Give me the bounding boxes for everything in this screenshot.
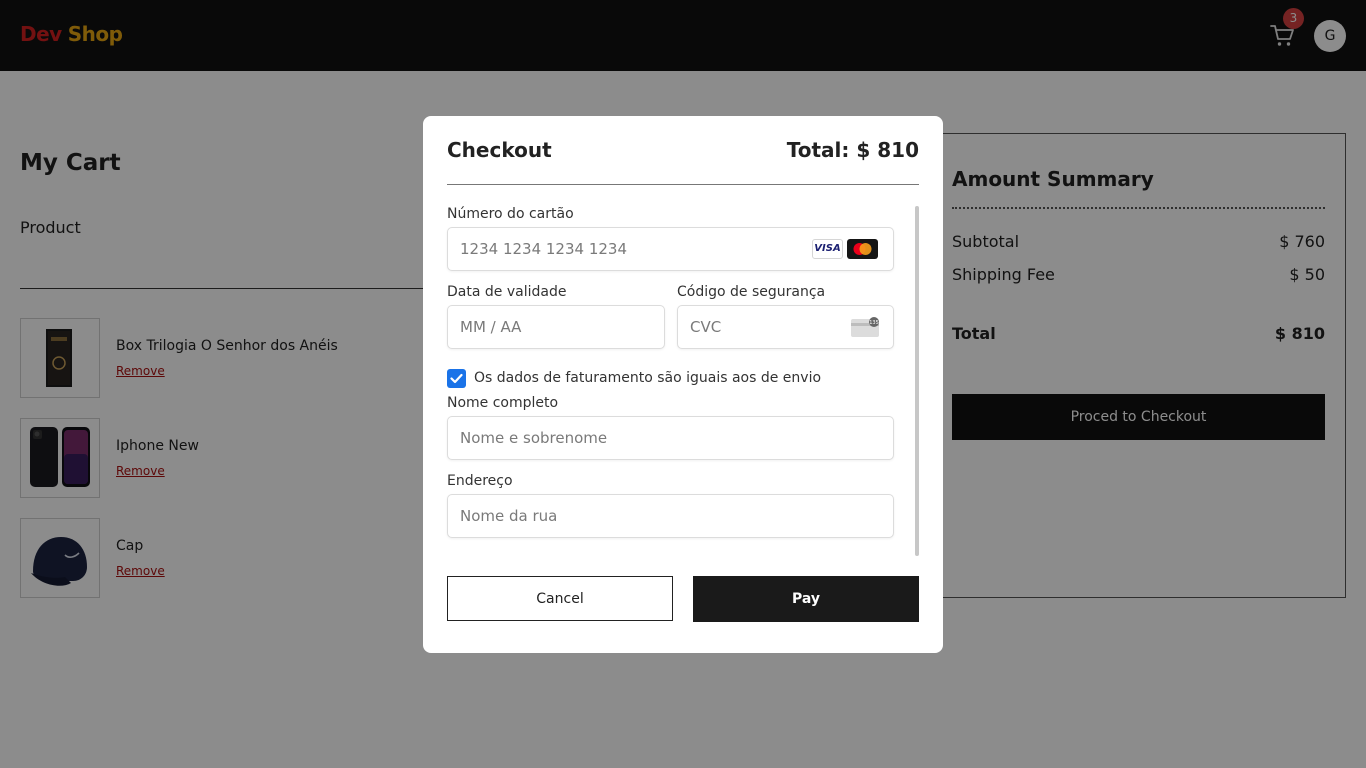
card-number-label: Número do cartão [447, 206, 574, 222]
expiry-input[interactable] [447, 305, 665, 349]
cvc-icon-text: 135 [869, 320, 879, 326]
modal-title: Checkout [447, 138, 552, 162]
full-name-input[interactable] [447, 416, 894, 460]
form-scrollbar[interactable] [915, 206, 919, 556]
modal-divider [447, 184, 919, 185]
mastercard-icon-svg [853, 243, 872, 255]
pay-button[interactable]: Pay [693, 576, 919, 622]
visa-icon: VISA [812, 239, 843, 259]
address-input[interactable] [447, 494, 894, 538]
address-label: Endereço [447, 473, 513, 489]
cvc-label: Código de segurança [677, 284, 826, 300]
expiry-label: Data de validade [447, 284, 567, 300]
checkout-modal: Checkout Total: $ 810 Número do cartão V… [423, 116, 943, 653]
same-billing-checkbox[interactable] [447, 369, 466, 388]
modal-total: Total: $ 810 [786, 138, 919, 162]
cvc-card-icon: 135 [851, 317, 881, 337]
same-billing-label: Os dados de faturamento são iguais aos d… [474, 370, 822, 386]
checkmark-icon [450, 373, 463, 384]
cancel-button[interactable]: Cancel [447, 576, 673, 621]
cvc-card-icon-svg: 135 [851, 317, 879, 337]
full-name-label: Nome completo [447, 395, 559, 411]
mastercard-icon [847, 239, 878, 259]
